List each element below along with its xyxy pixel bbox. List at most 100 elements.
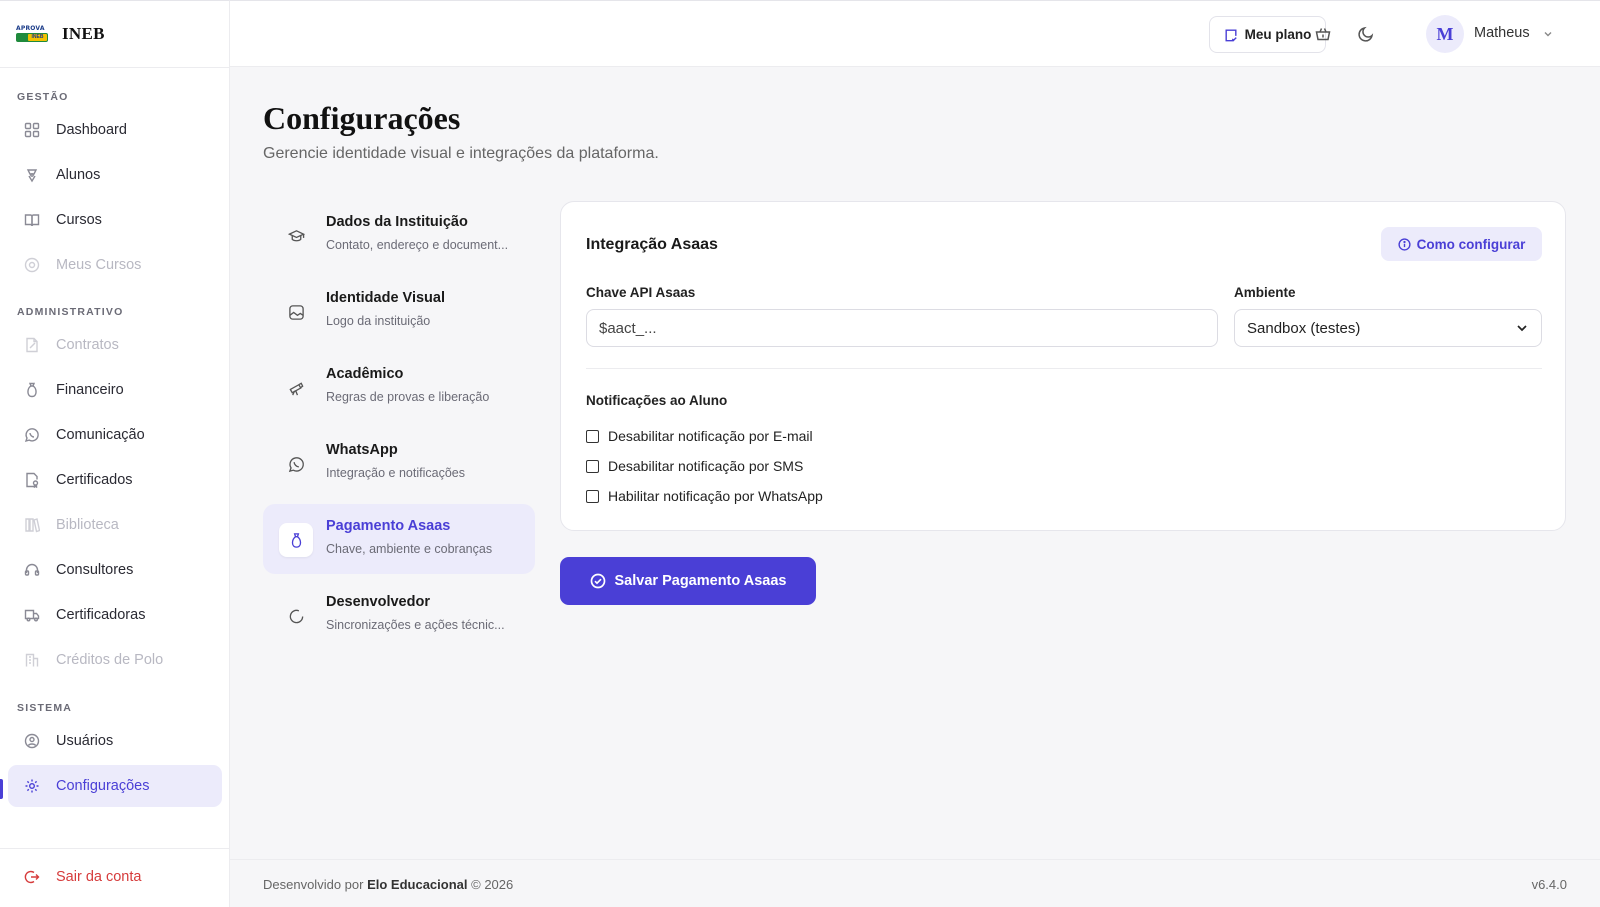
sidebar-item-certificados[interactable]: Certificados xyxy=(8,459,222,501)
settings-tab-title: WhatsApp xyxy=(326,442,398,458)
sidebar-item-financeiro[interactable]: Financeiro xyxy=(8,369,222,411)
checkbox[interactable] xyxy=(586,459,599,473)
topbar: Meu plano M Matheus xyxy=(230,0,1600,67)
user-name[interactable]: Matheus xyxy=(1474,25,1530,41)
sidebar-item-comunicacao[interactable]: Comunicação xyxy=(8,414,222,456)
sidebar-item-contratos[interactable]: Contratos xyxy=(8,324,222,366)
graduation-cap-icon xyxy=(279,219,313,253)
app-version: v6.4.0 xyxy=(1531,877,1567,892)
sidebar-item-cursos[interactable]: Cursos xyxy=(8,199,222,241)
settings-tab-dados-instituicao[interactable]: Dados da Instituição Contato, endereço e… xyxy=(263,200,535,270)
api-key-label: Chave API Asaas xyxy=(586,285,696,300)
footer-suffix: © 2026 xyxy=(471,877,514,892)
sidebar-item-biblioteca[interactable]: Biblioteca xyxy=(8,504,222,546)
api-key-input[interactable] xyxy=(586,309,1218,347)
checkbox-label: Habilitar notificação por WhatsApp xyxy=(608,488,823,504)
active-indicator xyxy=(0,779,3,799)
sidebar-item-label: Dashboard xyxy=(56,122,127,138)
sidebar-item-label: Usuários xyxy=(56,733,114,749)
gear-icon xyxy=(25,779,39,793)
sidebar-item-consultores[interactable]: Consultores xyxy=(8,549,222,591)
my-plan-button[interactable]: Meu plano xyxy=(1209,16,1326,53)
sidebar-item-label: Certificadoras xyxy=(56,607,146,623)
environment-select[interactable]: Sandbox (testes) xyxy=(1234,309,1542,347)
disable-sms-notification-checkbox[interactable]: Desabilitar notificação por SMS xyxy=(586,458,803,474)
chevron-down-icon xyxy=(1517,325,1527,332)
sidebar-item-label: Certificados xyxy=(56,472,133,488)
footer-prefix: Desenvolvido por xyxy=(263,877,364,892)
settings-tab-desc: Contato, endereço e document... xyxy=(326,238,509,252)
info-icon xyxy=(1398,237,1411,251)
save-asaas-label: Salvar Pagamento Asaas xyxy=(614,573,787,589)
basket-icon[interactable] xyxy=(1314,25,1332,43)
checkbox[interactable] xyxy=(586,429,599,443)
settings-tab-desenvolvedor[interactable]: Desenvolvedor Sincronizações e ações téc… xyxy=(263,580,535,650)
environment-value: Sandbox (testes) xyxy=(1247,319,1361,337)
checkbox-label: Desabilitar notificação por SMS xyxy=(608,458,804,474)
sidebar-divider xyxy=(0,848,229,849)
settings-tab-identidade-visual[interactable]: Identidade Visual Logo da instituição xyxy=(263,276,535,346)
settings-tab-desc: Integração e notificações xyxy=(326,466,465,480)
whatsapp-icon xyxy=(24,428,39,443)
user-shield-icon xyxy=(24,733,40,749)
asaas-integration-card: Integração Asaas Como configurar Chave A… xyxy=(560,201,1566,531)
sidebar-item-label: Biblioteca xyxy=(56,517,119,533)
sidebar-item-certificadoras[interactable]: Certificadoras xyxy=(8,594,222,636)
settings-tab-title: Identidade Visual xyxy=(326,290,445,306)
sidebar-item-usuarios[interactable]: Usuários xyxy=(8,720,222,762)
certificate-icon xyxy=(26,472,39,488)
how-to-configure-button[interactable]: Como configurar xyxy=(1381,227,1542,261)
notifications-title: Notificações ao Aluno xyxy=(586,393,728,408)
theme-toggle-icon[interactable] xyxy=(1357,25,1375,43)
telescope-icon xyxy=(279,371,313,405)
image-icon xyxy=(279,295,313,329)
settings-tab-desc: Logo da instituição xyxy=(326,314,431,328)
whatsapp-icon xyxy=(279,447,313,481)
target-icon xyxy=(24,257,40,273)
logout-button[interactable]: Sair da conta xyxy=(8,857,141,897)
settings-tab-pagamento-asaas[interactable]: Pagamento Asaas Chave, ambiente e cobran… xyxy=(263,504,535,574)
save-asaas-button[interactable]: Salvar Pagamento Asaas xyxy=(560,557,816,605)
settings-tab-desc: Chave, ambiente e cobranças xyxy=(326,542,493,556)
settings-tab-title: Dados da Instituição xyxy=(326,214,468,230)
settings-tab-whatsapp[interactable]: WhatsApp Integração e notificações xyxy=(263,428,535,498)
students-icon xyxy=(26,169,38,183)
settings-tab-academico[interactable]: Acadêmico Regras de provas e liberação xyxy=(263,352,535,422)
sidebar: APROVA INEB INEB GESTÃO Dashboard Alunos… xyxy=(0,0,230,907)
my-plan-label: Meu plano xyxy=(1244,27,1312,42)
library-icon xyxy=(25,518,40,533)
logout-label: Sair da conta xyxy=(56,869,142,885)
brand-logo-top-text: APROVA xyxy=(16,25,45,32)
sidebar-item-label: Configurações xyxy=(56,778,150,794)
page-subtitle: Gerencie identidade visual e integrações… xyxy=(263,145,659,162)
sidebar-item-meus-cursos[interactable]: Meus Cursos xyxy=(8,244,222,286)
enable-whatsapp-notification-checkbox[interactable]: Habilitar notificação por WhatsApp xyxy=(586,488,823,504)
sidebar-item-creditos-de-polo[interactable]: Créditos de Polo xyxy=(8,639,222,681)
sidebar-item-configuracoes[interactable]: Configurações xyxy=(8,765,222,807)
sidebar-item-dashboard[interactable]: Dashboard xyxy=(8,109,222,151)
settings-tab-title: Desenvolvedor xyxy=(326,594,430,610)
page-title: Configurações xyxy=(263,100,461,136)
money-bag-icon xyxy=(27,382,37,398)
sidebar-item-label: Alunos xyxy=(56,167,101,183)
nav-section-sistema: SISTEMA xyxy=(17,702,73,714)
book-icon xyxy=(24,214,40,227)
sidebar-item-alunos[interactable]: Alunos xyxy=(8,154,222,196)
building-icon xyxy=(25,653,39,667)
disable-email-notification-checkbox[interactable]: Desabilitar notificação por E-mail xyxy=(586,428,813,444)
sidebar-item-label: Financeiro xyxy=(56,382,124,398)
chevron-down-icon[interactable] xyxy=(1543,29,1553,39)
truck-icon xyxy=(24,609,40,622)
sidebar-item-label: Cursos xyxy=(56,212,102,228)
card-divider xyxy=(586,368,1542,369)
settings-tab-title: Acadêmico xyxy=(326,366,404,382)
avatar[interactable]: M xyxy=(1426,15,1464,53)
sidebar-item-label: Consultores xyxy=(56,562,134,578)
settings-tab-desc: Sincronizações e ações técnic... xyxy=(326,618,505,632)
money-bag-icon xyxy=(279,523,313,557)
checkbox[interactable] xyxy=(586,489,599,503)
sidebar-item-label: Contratos xyxy=(56,337,119,353)
settings-tab-title: Pagamento Asaas xyxy=(326,518,451,534)
footer-company[interactable]: Elo Educacional xyxy=(367,877,467,892)
brand[interactable]: APROVA INEB INEB xyxy=(0,1,229,68)
